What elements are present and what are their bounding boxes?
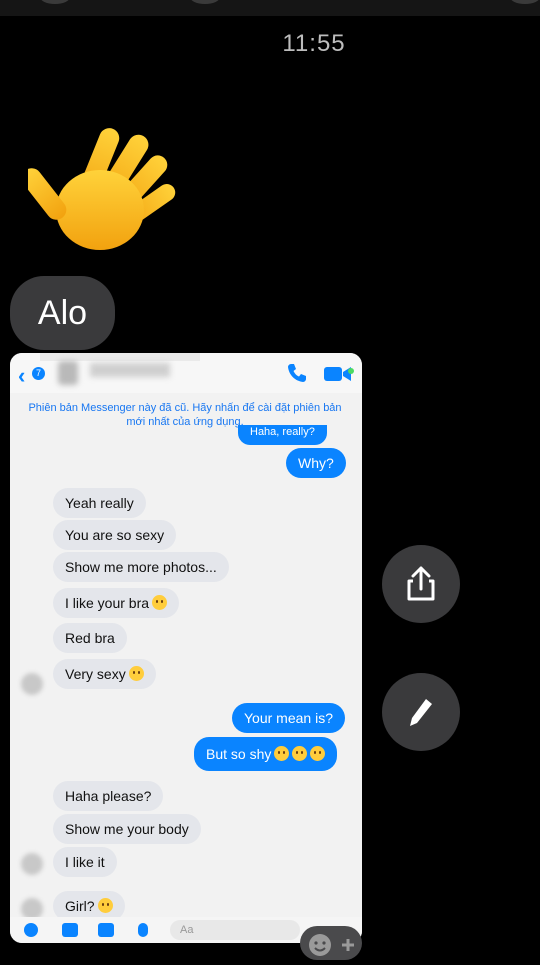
partial-outgoing-message: Haha, really? bbox=[238, 425, 327, 445]
waving-hand-emoji bbox=[28, 128, 176, 250]
edit-button[interactable] bbox=[382, 673, 460, 751]
status-blob bbox=[190, 0, 220, 4]
laughing-emoji-icon bbox=[274, 746, 290, 761]
smirk-emoji-icon bbox=[152, 595, 168, 610]
sender-avatar bbox=[21, 853, 43, 875]
incoming-message: Very sexy bbox=[53, 659, 156, 689]
laughing-emoji-icon bbox=[310, 746, 326, 761]
unread-badge: 7 bbox=[32, 367, 45, 380]
share-button[interactable] bbox=[382, 545, 460, 623]
microphone-icon bbox=[138, 923, 148, 937]
incoming-message: Show me more photos... bbox=[53, 552, 229, 582]
gallery-icon bbox=[98, 923, 114, 937]
outgoing-message: Your mean is? bbox=[232, 703, 345, 733]
add-reaction-button[interactable] bbox=[300, 926, 362, 960]
incoming-message: I like it bbox=[53, 847, 117, 877]
share-icon bbox=[407, 566, 435, 601]
apps-icon bbox=[24, 923, 38, 937]
alo-message-bubble[interactable]: Alo bbox=[10, 276, 115, 350]
back-chevron-icon: ‹ bbox=[18, 363, 26, 388]
incoming-message: Show me your body bbox=[53, 814, 201, 844]
forwarded-screenshot[interactable]: ‹ 7 Phiên bản Messenger này đã cũ. Hãy n… bbox=[10, 353, 362, 943]
camera-icon bbox=[62, 923, 78, 937]
message-timestamp: 11:55 bbox=[282, 30, 346, 57]
messenger-header: ‹ 7 bbox=[10, 353, 362, 393]
incoming-message: You are so sexy bbox=[53, 520, 177, 550]
outgoing-message: Why? bbox=[286, 448, 346, 478]
redaction-strip bbox=[40, 353, 200, 361]
pencil-icon bbox=[410, 699, 432, 726]
incoming-message: Red bra bbox=[53, 623, 127, 653]
laughing-emoji-icon bbox=[292, 746, 308, 761]
status-blob bbox=[40, 0, 70, 4]
add-reaction-icon bbox=[309, 934, 354, 956]
top-status-shade bbox=[0, 0, 540, 16]
status-blob bbox=[510, 0, 540, 4]
incoming-message: I like your bra bbox=[53, 588, 180, 618]
phone-icon bbox=[288, 364, 306, 382]
outgoing-message: But so shy bbox=[194, 737, 338, 771]
blurred-contact-name bbox=[90, 363, 170, 377]
smirk-emoji-icon bbox=[128, 666, 144, 681]
blurred-avatar bbox=[58, 361, 78, 385]
composer-input: Aa bbox=[170, 920, 300, 940]
incoming-message: Yeah really bbox=[53, 488, 146, 518]
smile-emoji-icon bbox=[97, 898, 113, 913]
video-call-icon bbox=[324, 367, 354, 381]
sender-avatar bbox=[21, 673, 43, 695]
incoming-message: Haha please? bbox=[53, 781, 164, 811]
alo-message-text: Alo bbox=[37, 293, 88, 332]
